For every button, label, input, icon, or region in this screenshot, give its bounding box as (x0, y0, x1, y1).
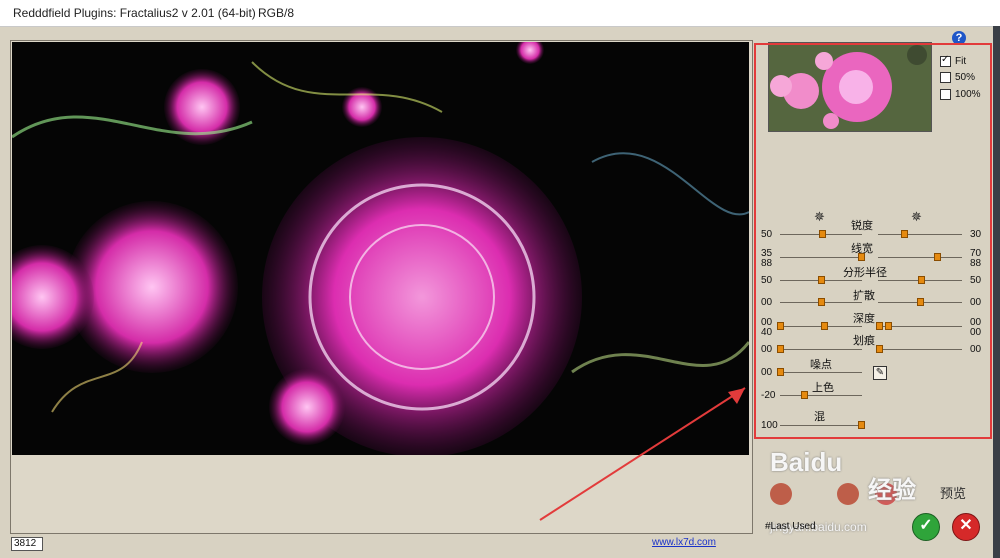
param-sharpness-right-value: 30 (970, 229, 982, 240)
param-depth-handle-left-b[interactable] (821, 322, 828, 330)
zoom-50-label: 50% (955, 72, 976, 83)
param-depth-handle-right-a[interactable] (876, 322, 883, 330)
preview-toggle-icon[interactable] (770, 483, 792, 505)
zoom-100-label: 100% (955, 89, 981, 100)
window-title: Redddfield Plugins: Fractalius2 v 2.01 (… (13, 6, 256, 20)
param-scratch-handle-right[interactable] (876, 345, 883, 353)
param-diffusion-handle-right[interactable] (917, 298, 924, 306)
param-fractal-radius-right-value: 50 (970, 275, 982, 286)
param-mix-track[interactable] (780, 425, 862, 426)
param-noise-label: 噪点 (810, 359, 832, 371)
baidu-watermark-word: 经验 (868, 477, 916, 504)
param-colorize-label: 上色 (812, 382, 834, 394)
noise-edit-pencil-icon[interactable]: ✎ (873, 366, 887, 380)
param-depth-right-value-2: 00 (970, 327, 982, 338)
color-mode-label: RGB/8 (258, 6, 295, 20)
param-diffusion-label: 扩散 (853, 290, 875, 302)
param-colorize-handle[interactable] (801, 391, 808, 399)
preset-selector[interactable]: #Last Used (765, 521, 816, 532)
title-bar: Redddfield Plugins: Fractalius2 v 2.01 (… (0, 0, 1000, 27)
param-colorize-track[interactable] (780, 395, 862, 396)
param-noise-handle[interactable] (777, 368, 784, 376)
param-sharpness-label: 锐度 (851, 220, 873, 232)
param-fractal-radius-left-value: 50 (761, 275, 773, 286)
ok-button[interactable]: ✓ (912, 513, 940, 541)
zoom-50-option[interactable]: 50% (940, 72, 975, 83)
param-fractal-radius-handle-left[interactable] (818, 276, 825, 284)
param-depth-handle-right-b[interactable] (885, 322, 892, 330)
zoom-100-checkbox[interactable] (940, 89, 951, 100)
sparkle-icon: ✵ (814, 209, 825, 224)
param-depth-left-value-2: 40 (761, 327, 773, 338)
param-scratch-label: 划痕 (853, 335, 875, 347)
param-sharpness-track-right[interactable] (878, 234, 962, 235)
param-scratch-handle-left[interactable] (777, 345, 784, 353)
status-value: 3812 (11, 537, 43, 551)
website-link[interactable]: www.lx7d.com (652, 537, 716, 548)
sparkle-icon-right: ✵ (911, 209, 922, 224)
param-line-width-left-value-2: 88 (761, 258, 773, 269)
param-scratch-track-right[interactable] (878, 349, 962, 350)
param-depth-label: 深度 (853, 313, 875, 325)
zoom-fit-checkbox[interactable] (940, 54, 951, 67)
param-mix-handle[interactable] (858, 421, 865, 429)
zoom-50-checkbox[interactable] (940, 72, 951, 83)
param-line-width-track-right[interactable] (878, 257, 962, 258)
param-line-width-handle-right[interactable] (934, 253, 941, 261)
param-scratch-left-value: 00 (761, 344, 773, 355)
zoom-fit-option[interactable]: Fit (940, 54, 967, 67)
param-scratch-track-left[interactable] (780, 349, 862, 350)
zoom-fit-label: Fit (955, 56, 967, 67)
watermark-brand-2: du (810, 447, 843, 477)
param-sharpness-left-value: 50 (761, 229, 773, 240)
zoom-100-option[interactable]: 100% (940, 89, 981, 100)
preset-menu-icon[interactable] (837, 483, 859, 505)
param-diffusion-left-value: 00 (761, 297, 773, 308)
param-fractal-radius-handle-right[interactable] (918, 276, 925, 284)
param-sharpness-handle-left[interactable] (819, 230, 826, 238)
preview-label: 预览 (940, 486, 967, 501)
cancel-button[interactable]: ✕ (952, 513, 980, 541)
param-fractal-radius-label: 分形半径 (843, 267, 887, 279)
watermark-brand: Bai (770, 447, 811, 477)
baidu-watermark: Baidu (770, 447, 842, 478)
param-diffusion-handle-left[interactable] (818, 298, 825, 306)
param-line-width-handle-left[interactable] (858, 253, 865, 261)
param-line-width-right-value-2: 88 (970, 258, 982, 269)
param-mix-label: 混 (814, 411, 825, 423)
param-diffusion-right-value: 00 (970, 297, 982, 308)
param-sharpness-handle-right[interactable] (901, 230, 908, 238)
param-scratch-right-value: 00 (970, 344, 982, 355)
outer-window-edge (993, 26, 1000, 558)
param-line-width-track-left[interactable] (780, 257, 862, 258)
param-noise-track[interactable] (780, 372, 862, 373)
annotation-arrow (539, 387, 746, 521)
param-depth-handle-left-a[interactable] (777, 322, 784, 330)
